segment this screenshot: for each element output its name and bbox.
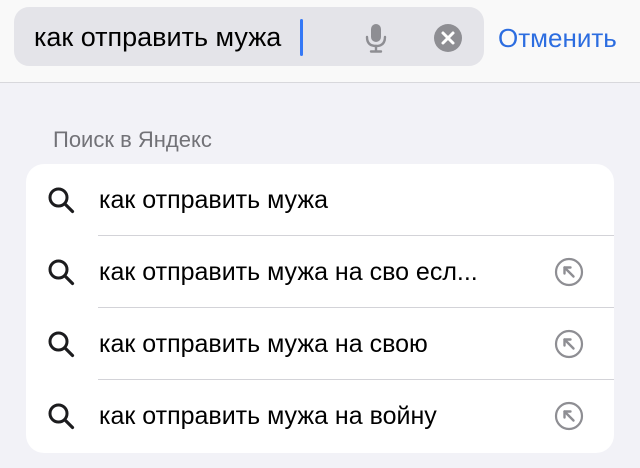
suggestion-text: как отправить мужа на войну [99, 402, 437, 430]
magnifier-icon [48, 259, 75, 286]
search-bar: как отправить мужа Отменить [0, 0, 640, 83]
arrow-up-left-circle-icon[interactable] [554, 329, 584, 359]
magnifier-icon [48, 403, 75, 430]
suggestion-row[interactable]: как отправить мужа на войну [26, 380, 614, 452]
search-query-text[interactable]: как отправить мужа [34, 21, 281, 53]
suggestion-text: как отправить мужа на свою [99, 330, 428, 358]
arrow-up-left-circle-icon[interactable] [554, 401, 584, 431]
search-input[interactable]: как отправить мужа [14, 7, 484, 66]
magnifier-icon [48, 187, 75, 214]
suggestion-text: как отправить мужа на сво есл... [99, 258, 478, 286]
magnifier-icon [48, 331, 75, 358]
suggestion-row[interactable]: как отправить мужа [26, 164, 614, 236]
suggestion-row[interactable]: как отправить мужа на свою [26, 308, 614, 380]
text-caret [300, 19, 303, 56]
clear-circle-icon[interactable] [433, 23, 463, 53]
section-title: Поиск в Яндекс [53, 127, 212, 152]
arrow-up-left-circle-icon[interactable] [554, 257, 584, 287]
suggestion-text: как отправить мужа [99, 186, 328, 214]
cancel-button[interactable]: Отменить [498, 22, 617, 54]
microphone-icon[interactable] [364, 23, 388, 53]
suggestion-row[interactable]: как отправить мужа на сво есл... [26, 236, 614, 308]
suggestions-list: как отправить мужа как отправить мужа на… [26, 164, 614, 453]
